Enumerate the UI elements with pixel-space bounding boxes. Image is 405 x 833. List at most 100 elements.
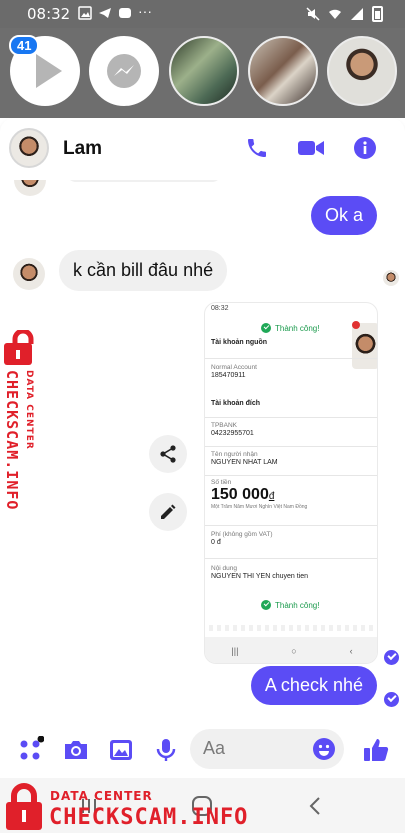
shot-home-icon: ○ xyxy=(291,646,297,656)
shot-recipient: Tên người nhận NGUYEN NHAT LAM xyxy=(211,451,375,466)
message-composer xyxy=(0,720,405,778)
sent-check-icon xyxy=(384,692,399,707)
shot-divider xyxy=(205,417,377,418)
gallery-button[interactable] xyxy=(107,736,135,764)
contact-name[interactable]: Lam xyxy=(63,138,102,160)
back-icon xyxy=(309,797,320,815)
shot-receipt-edge xyxy=(205,625,377,631)
shot-success-top-text: Thành công! xyxy=(275,323,320,333)
like-button[interactable] xyxy=(362,736,390,764)
info-icon xyxy=(354,137,376,159)
shot-dest-account-info: TPBANK 04232955701 xyxy=(211,422,375,437)
messenger-chat-head[interactable] xyxy=(89,36,159,106)
shot-dest-number: 04232955701 xyxy=(211,430,254,437)
shot-divider xyxy=(205,558,377,559)
thumbs-up-icon xyxy=(364,739,389,761)
contact-avatar[interactable] xyxy=(9,128,49,168)
shot-fee-label: Phí (không gồm VAT) xyxy=(211,531,273,538)
message-outgoing-1[interactable]: Ok a xyxy=(310,196,377,235)
message-list[interactable]: Ok a k cần bill đâu nhé 08:32 Thành công… xyxy=(0,180,405,720)
shot-divider xyxy=(205,475,377,476)
wifi-icon xyxy=(329,9,341,19)
watermark-bottom-big: CHECKSCAM.INFO xyxy=(49,805,249,830)
shot-amount-label: Số tiền xyxy=(211,479,232,486)
edit-button[interactable] xyxy=(149,493,187,531)
shot-amount-words: Một Trăm Năm Mươi Nghìn Việt Nam Đồng xyxy=(211,504,308,510)
grid-dots-icon xyxy=(20,736,44,760)
share-icon xyxy=(160,445,176,463)
shot-back-icon: ‹ xyxy=(349,646,353,656)
back-button[interactable] xyxy=(304,794,328,818)
sender-avatar[interactable] xyxy=(13,258,45,290)
pencil-icon xyxy=(161,504,176,519)
video-camera-icon xyxy=(298,141,324,155)
shot-chat-head-badge xyxy=(352,321,360,329)
microphone-icon xyxy=(156,739,176,761)
chat-head-contact-1[interactable] xyxy=(169,36,239,106)
shot-source-number: 185470911 xyxy=(211,372,246,379)
voice-call-button[interactable] xyxy=(242,133,272,163)
info-button[interactable] xyxy=(350,133,380,163)
signal-icon xyxy=(351,8,363,20)
shot-divider xyxy=(205,446,377,447)
emoji-icon[interactable] xyxy=(312,737,336,761)
more-actions-button[interactable] xyxy=(16,736,44,764)
watermark-lock-icon xyxy=(6,783,42,830)
shot-recents-icon: ||| xyxy=(231,646,239,656)
shot-source-type: Normal Account xyxy=(211,364,257,371)
voice-record-button[interactable] xyxy=(152,736,180,764)
shot-recipient-name: NGUYEN NHAT LAM xyxy=(211,459,278,466)
shot-content-value: NGUYEN THI YEN chuyen tien xyxy=(211,573,309,580)
sent-check-icon xyxy=(384,650,399,665)
watermark-vertical-small: DATA CENTER xyxy=(24,370,34,450)
status-bar: 08:32 ··· xyxy=(0,0,405,28)
shot-success-bottom-text: Thành công! xyxy=(275,600,320,610)
seen-indicator-avatar xyxy=(383,270,399,286)
unread-badge: 41 xyxy=(9,35,40,56)
shot-amount-block: Số tiền 150 000đ Một Trăm Năm Mươi Nghìn… xyxy=(211,479,375,510)
check-icon xyxy=(261,323,271,333)
shot-success-top: Thành công! xyxy=(261,323,319,333)
shot-amount: 150 000 xyxy=(211,486,269,503)
watermark-vertical-big: CHECKSCAM.INFO xyxy=(3,370,21,511)
shot-currency: đ xyxy=(268,491,275,502)
shot-source-heading: Tài khoản nguồn xyxy=(211,339,267,346)
shot-fee-value: 0 đ xyxy=(211,539,221,546)
image-icon xyxy=(110,740,132,760)
share-button[interactable] xyxy=(149,435,187,473)
message-incoming-1[interactable]: k cần bill đâu nhé xyxy=(59,250,228,291)
check-icon xyxy=(261,600,271,610)
shot-fee-block: Phí (không gồm VAT) 0 đ xyxy=(211,531,375,546)
shot-content-label: Nội dung xyxy=(211,565,238,572)
chat-head-contact-2[interactable] xyxy=(248,36,318,106)
status-right-icons xyxy=(306,6,383,22)
message-outgoing-2[interactable]: A check nhé xyxy=(250,666,377,705)
more-notifications-icon: ··· xyxy=(138,3,152,19)
shot-success-bottom: Thành công! xyxy=(261,600,319,610)
telegram-icon xyxy=(99,8,111,18)
phone-icon xyxy=(248,139,266,157)
shot-dest-heading-block: Tài khoản đích xyxy=(211,400,375,407)
shot-content-block: Nội dung NGUYEN THI YEN chuyen tien xyxy=(211,565,375,580)
shot-source-account: Tài khoản nguồn xyxy=(211,339,375,346)
message-input[interactable] xyxy=(190,729,344,769)
shot-dest-heading: Tài khoản đích xyxy=(211,400,261,407)
zalo-icon xyxy=(119,8,131,18)
shared-image[interactable]: 08:32 Thành công! Tài khoản nguồn Normal… xyxy=(204,302,378,664)
previous-message-bubble[interactable] xyxy=(66,180,222,182)
notification-icons: ··· xyxy=(78,3,152,20)
message-text-field[interactable] xyxy=(203,738,303,759)
shot-divider xyxy=(205,358,377,359)
chat-header: Lam xyxy=(0,118,405,180)
shot-recipient-label: Tên người nhận xyxy=(211,451,258,458)
shot-dest-bank: TPBANK xyxy=(211,422,238,429)
shot-divider xyxy=(205,525,377,526)
watermark-lock-icon xyxy=(4,330,34,365)
chat-head-contact-3[interactable] xyxy=(327,36,397,106)
sender-avatar[interactable] xyxy=(14,180,46,196)
video-call-button[interactable] xyxy=(296,133,326,163)
shot-chat-head-avatar xyxy=(352,323,377,369)
mute-icon xyxy=(306,7,320,21)
status-time: 08:32 xyxy=(27,5,71,23)
camera-button[interactable] xyxy=(62,736,90,764)
